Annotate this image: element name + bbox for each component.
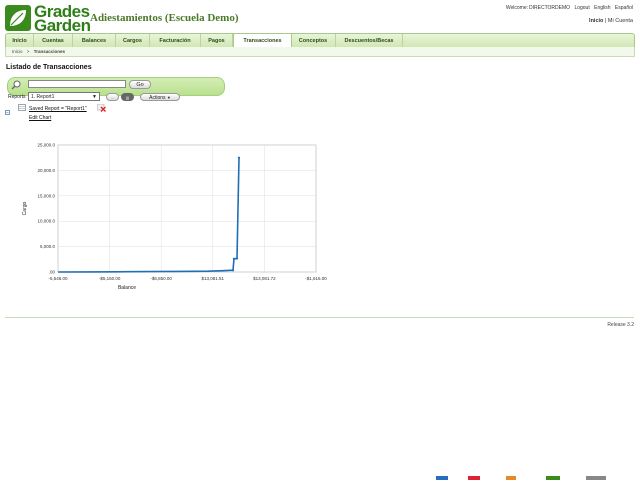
y-tick-label: 5,000.0	[40, 244, 56, 249]
y-axis-label: Cargo	[22, 201, 28, 215]
transactions-line-chart: .00 5,000.0 10,000.0 15,000.0 20,000.0 25,000…	[22, 143, 327, 292]
search-icon[interactable]	[11, 80, 21, 90]
app-title: Adiestamientos (Escuela Demo)	[90, 12, 239, 24]
welcome-label: Welcome:	[505, 5, 529, 11]
data-point	[231, 269, 235, 272]
collapse-icon[interactable]: −	[5, 110, 10, 116]
y-tick-label: 20,000.0	[37, 168, 55, 173]
actions-label: Actions	[149, 95, 166, 101]
y-tick-label: .00	[49, 270, 56, 275]
report-grid-icon	[18, 104, 26, 111]
data-point	[237, 156, 241, 159]
x-tick-label: $13,081.51	[202, 276, 225, 281]
saved-report-link[interactable]: Saved Report = "Report1"	[29, 106, 87, 112]
go-button[interactable]: Go	[129, 80, 151, 89]
y-tick-label: 15,000.0	[37, 193, 55, 198]
username: DIRECTORDEMO	[529, 5, 571, 11]
partner-logos-strip	[436, 476, 616, 480]
partner-logo-3	[506, 476, 516, 480]
reset-report-button[interactable]: |||	[121, 93, 134, 101]
edit-chart-link[interactable]: Edit Chart	[29, 115, 51, 121]
espanol-link[interactable]: Español	[615, 5, 633, 11]
save-report-button[interactable]: ...	[106, 93, 119, 101]
report-select[interactable]: 1. Report1 ▼	[28, 92, 100, 101]
delete-report-icon[interactable]	[97, 104, 106, 112]
logout-link[interactable]: Logout	[574, 5, 589, 11]
x-tick-label: -$6,850.00	[150, 276, 172, 281]
breadcrumb: Inicio > Transacciones	[5, 47, 635, 57]
chevron-down-icon: ▼	[92, 94, 97, 100]
app-logo[interactable]: Grades Garden	[5, 2, 91, 35]
tab-cuentas[interactable]: Cuentas	[34, 34, 73, 48]
data-point	[235, 257, 239, 260]
partner-logo-2	[468, 476, 480, 480]
account-links: Inicio | Mi Cuenta	[589, 18, 633, 24]
release-version: Release 3.2	[607, 322, 634, 328]
leaf-logo-icon	[5, 5, 31, 31]
top-user-links: Welcome:DIRECTORDEMO Logout English Espa…	[503, 5, 633, 11]
actions-button[interactable]: Actions ▼	[140, 93, 180, 101]
breadcrumb-current: Transacciones	[33, 49, 65, 54]
reports-label: Reports	[8, 94, 26, 100]
tab-facturacion[interactable]: Facturación	[150, 34, 201, 48]
x-axis-label: Balance	[118, 285, 136, 291]
chevron-down-icon: ▼	[166, 95, 171, 100]
mi-cuenta-link[interactable]: Mi Cuenta	[608, 18, 633, 24]
report-select-value: 1. Report1	[31, 94, 55, 100]
tab-pagos[interactable]: Pagos	[201, 34, 233, 48]
tab-balances[interactable]: Balances	[73, 34, 116, 48]
tab-cargos[interactable]: Cargos	[116, 34, 150, 48]
data-point	[232, 257, 236, 260]
page-title: Listado de Transacciones	[6, 64, 92, 71]
x-tick-label: $13,081.72	[253, 276, 276, 281]
links-separator: |	[604, 18, 607, 24]
tab-conceptos[interactable]: Conceptos	[291, 34, 336, 48]
tab-inicio[interactable]: Inicio	[6, 34, 34, 48]
x-tick-label: -$1,616.00	[305, 276, 327, 281]
y-tick-label: 25,000.0	[37, 143, 55, 148]
x-tick-label: -5,548.00	[48, 276, 68, 281]
english-link[interactable]: English	[594, 5, 610, 11]
breadcrumb-home[interactable]: Inicio	[12, 49, 23, 54]
y-tick-label: 10,000.0	[37, 219, 55, 224]
partner-logo-4	[546, 476, 560, 480]
partner-logo-5	[586, 476, 606, 480]
partner-logo-1	[436, 476, 448, 480]
breadcrumb-separator: >	[26, 49, 30, 54]
tab-descuentos-becas[interactable]: Descuentos/Becas	[336, 34, 403, 48]
x-tick-label: -$5,150.00	[99, 276, 121, 281]
footer-divider	[5, 317, 634, 318]
inicio-link[interactable]: Inicio	[589, 18, 603, 24]
plot-area	[57, 144, 317, 273]
search-input[interactable]	[28, 80, 126, 88]
